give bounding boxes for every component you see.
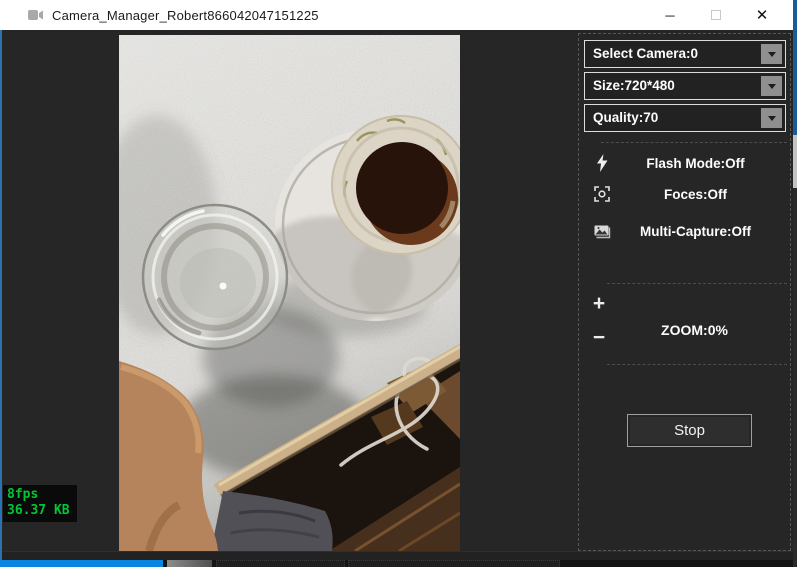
stats-overlay: 8fps 36.37 KB xyxy=(3,485,77,522)
window-title: Camera_Manager_Robert866042047151225 xyxy=(52,7,319,23)
quality-select-label: Quality:70 xyxy=(593,110,659,125)
right-scrollbar-thumb[interactable] xyxy=(793,135,797,188)
focus-toggle[interactable]: Foces:Off xyxy=(584,179,787,209)
taskbar-strip xyxy=(0,560,797,567)
flash-mode-toggle[interactable]: Flash Mode:Off xyxy=(584,148,787,178)
multi-capture-icon[interactable] xyxy=(592,223,612,239)
multi-capture-label: Multi-Capture:Off xyxy=(640,223,751,239)
flash-mode-label: Flash Mode:Off xyxy=(646,155,745,171)
multi-capture-toggle[interactable]: Multi-Capture:Off xyxy=(584,216,787,246)
separator xyxy=(607,283,787,284)
focus-icon[interactable] xyxy=(592,185,612,203)
dropdown-arrow-icon[interactable] xyxy=(761,44,782,64)
size-select-label: Size:720*480 xyxy=(593,78,675,93)
separator xyxy=(607,364,787,365)
sidebar: Select Camera:0 Size:720*480 Quality:70 … xyxy=(578,33,791,551)
window-controls: ─ ✕ xyxy=(647,0,785,30)
camera-feed xyxy=(119,35,460,551)
scrollbar-thumb-blue[interactable] xyxy=(0,560,163,567)
taskbar-segment xyxy=(216,560,345,567)
dropdown-arrow-icon[interactable] xyxy=(761,76,782,96)
maximize-button[interactable] xyxy=(693,0,739,30)
stop-button[interactable]: Stop xyxy=(627,414,752,447)
right-edge-accent xyxy=(793,0,797,135)
dropdown-arrow-icon[interactable] xyxy=(761,108,782,128)
maximize-icon xyxy=(711,10,721,20)
camera-select-label: Select Camera:0 xyxy=(593,46,699,61)
flash-icon[interactable] xyxy=(592,154,612,172)
taskbar-segment xyxy=(348,560,560,567)
separator xyxy=(601,142,787,143)
zoom-in-button[interactable]: + xyxy=(587,292,611,316)
zoom-level-label: ZOOM:0% xyxy=(661,322,728,338)
quality-select-dropdown[interactable]: Quality:70 xyxy=(584,104,786,132)
taskbar-thumbnail xyxy=(167,560,212,567)
left-edge-accent xyxy=(0,30,2,560)
app-window: Camera_Manager_Robert866042047151225 ─ ✕ xyxy=(0,0,797,567)
size-select-dropdown[interactable]: Size:720*480 xyxy=(584,72,786,100)
titlebar: Camera_Manager_Robert866042047151225 ─ ✕ xyxy=(0,0,797,30)
zoom-out-button[interactable]: − xyxy=(587,326,611,350)
right-edge-strip xyxy=(793,0,797,567)
bandwidth-value: 36.37 KB xyxy=(7,503,70,518)
video-camera-icon xyxy=(28,9,44,21)
minimize-button[interactable]: ─ xyxy=(647,0,693,30)
bottom-bar xyxy=(0,551,797,560)
camera-select-dropdown[interactable]: Select Camera:0 xyxy=(584,40,786,68)
camera-feed-image xyxy=(119,35,460,551)
close-button[interactable]: ✕ xyxy=(739,0,785,30)
fps-value: 8fps xyxy=(7,487,39,502)
focus-label: Foces:Off xyxy=(663,186,727,202)
